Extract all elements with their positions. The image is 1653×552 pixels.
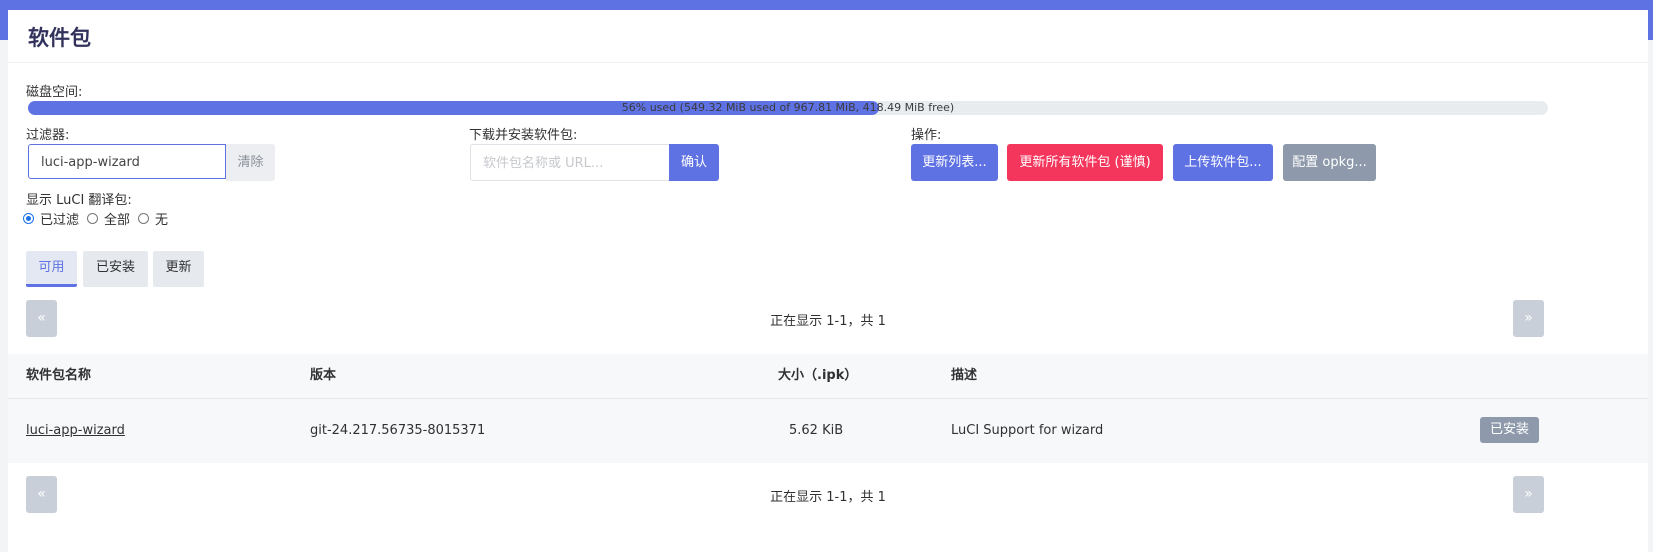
pager-status: 正在显示 1-1，共 1 [770, 314, 886, 329]
configure-opkg-button[interactable]: 配置 opkg... [1283, 144, 1376, 181]
package-version: git-24.217.56735-8015371 [310, 423, 486, 438]
radio-filtered-label[interactable]: 已过滤 [40, 209, 79, 228]
header-description: 描述 [951, 368, 978, 383]
filter-input[interactable]: luci-app-wizard [28, 144, 226, 179]
disk-usage-bar: 56% used (549.32 MiB used of 967.81 MiB,… [28, 101, 1548, 115]
tab-installed[interactable]: 已安装 [83, 251, 148, 287]
radio-none[interactable] [138, 212, 150, 224]
disk-usage-text: 56% used (549.32 MiB used of 967.81 MiB,… [621, 101, 955, 114]
next-page-button-bottom[interactable]: » [1513, 476, 1544, 513]
pager-status-bottom: 正在显示 1-1，共 1 [770, 490, 886, 505]
translations-radio-group: 已过滤 全部 无 [23, 209, 176, 228]
radio-all-label[interactable]: 全部 [104, 209, 130, 228]
packages-panel: 软件包 磁盘空间: 56% used (549.32 MiB used of 9… [8, 10, 1648, 552]
filter-label: 过滤器: [26, 128, 70, 143]
package-description: LuCI Support for wizard [951, 423, 1104, 438]
actions-label: 操作: [911, 128, 942, 143]
tab-updates[interactable]: 更新 [153, 251, 204, 287]
confirm-install-button[interactable]: 确认 [669, 144, 719, 181]
tab-available[interactable]: 可用 [26, 251, 77, 287]
clear-filter-button[interactable]: 清除 [226, 144, 275, 181]
table-header: 软件包名称 版本 大小（.ipk） 描述 [8, 354, 1648, 399]
radio-filtered[interactable] [23, 212, 34, 224]
upgrade-all-button[interactable]: 更新所有软件包 (谨慎) [1007, 144, 1163, 181]
package-size: 5.62 KiB [789, 423, 844, 438]
header-package-name: 软件包名称 [26, 368, 92, 383]
download-install-label: 下载并安装软件包: [469, 128, 578, 143]
header-version: 版本 [310, 368, 337, 383]
radio-all[interactable] [87, 212, 99, 224]
radio-none-label[interactable]: 无 [155, 209, 168, 228]
upload-package-button[interactable]: 上传软件包... [1173, 144, 1273, 181]
header-size: 大小（.ipk） [778, 368, 858, 383]
update-lists-button[interactable]: 更新列表... [911, 144, 998, 181]
page-title: 软件包 [28, 26, 91, 50]
title-divider [8, 62, 1648, 63]
table-row: luci-app-wizard git-24.217.56735-8015371… [8, 399, 1648, 463]
package-url-input[interactable]: 软件包名称或 URL... [470, 144, 669, 181]
next-page-button[interactable]: » [1513, 300, 1544, 337]
translations-label: 显示 LuCI 翻译包: [26, 193, 132, 208]
disk-space-label: 磁盘空间: [26, 85, 83, 100]
package-name-link[interactable]: luci-app-wizard [26, 399, 125, 463]
installed-button[interactable]: 已安装 [1480, 417, 1539, 443]
